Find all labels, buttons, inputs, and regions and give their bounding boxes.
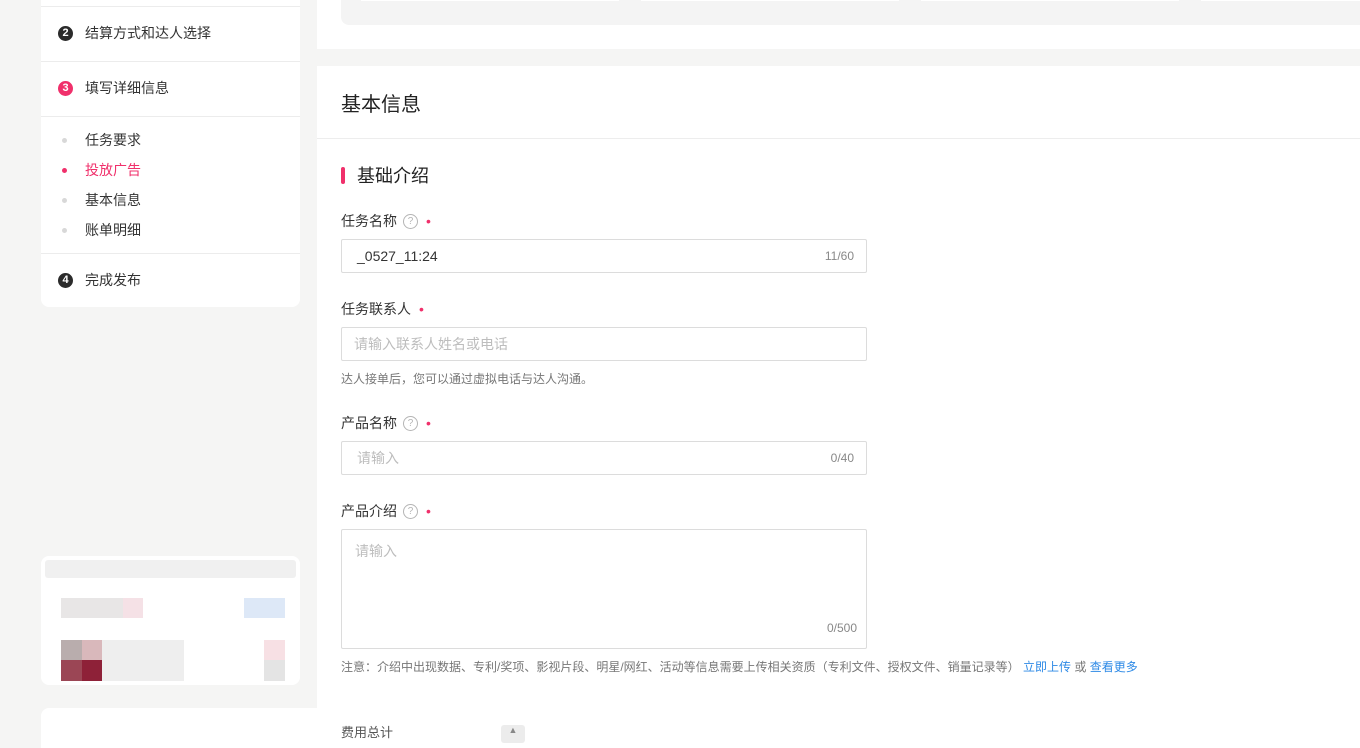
step-details[interactable]: 3 填写详细信息: [41, 61, 300, 115]
section-title-text: 基础介绍: [357, 166, 429, 186]
blur-block: [45, 560, 296, 578]
label-text: 任务联系人: [341, 301, 411, 317]
char-counter: 11/60: [824, 249, 854, 263]
sidebar-item-label: 投放广告: [85, 162, 141, 178]
or-text: 或: [1074, 660, 1087, 674]
fee-total-label: 费用总计: [341, 725, 394, 740]
label-text: 产品介绍: [341, 503, 397, 519]
page-title: 基本信息: [341, 94, 421, 116]
steps-sidebar: 2 结算方式和达人选择 3 填写详细信息 任务要求 投放广告 基本信息 账单明细…: [41, 0, 300, 307]
chevron-up-icon[interactable]: ▲: [501, 725, 525, 743]
bullet-dot: [62, 197, 67, 203]
divider: [317, 138, 1360, 139]
sidebar-item-task-requirements[interactable]: 任务要求: [41, 125, 300, 155]
contact-help-text: 达人接单后，您可以通过虚拟电话与达人沟通。: [341, 372, 594, 386]
divider: [41, 116, 300, 117]
char-counter: 0/40: [830, 451, 854, 465]
section-title: 基础介绍: [341, 162, 429, 188]
basic-info-panel: 基本信息 基础介绍 任务名称 ? • _0527_11:24 11/60 任务联…: [317, 66, 1360, 708]
label-text: 产品名称: [341, 415, 397, 431]
step-label: 结算方式和达人选择: [85, 25, 211, 41]
blur-block: [82, 660, 102, 681]
task-name-label: 任务名称 ? •: [341, 211, 431, 231]
blur-block: [123, 598, 143, 618]
top-cell: [921, 0, 1179, 1]
input-placeholder: 请输入: [357, 450, 399, 466]
view-more-link[interactable]: 查看更多: [1090, 660, 1138, 674]
product-intro-textarea[interactable]: 请输入 0/500: [341, 529, 867, 649]
required-mark: •: [419, 301, 424, 317]
qualification-note: 注意：介绍中出现数据、专利/奖项、影视片段、明星/网红、活动等信息需要上传相关资…: [341, 658, 1138, 675]
required-mark: •: [426, 213, 431, 229]
step-number: 4: [58, 272, 73, 288]
blur-block: [244, 598, 285, 618]
required-mark: •: [426, 503, 431, 519]
top-panel: [317, 0, 1360, 49]
question-circle-icon[interactable]: ?: [403, 503, 418, 519]
fee-summary-bar: [41, 708, 1360, 748]
blurred-promo-card[interactable]: [41, 556, 300, 685]
blur-block: [82, 640, 102, 660]
input-placeholder: 请输入联系人姓名或电话: [354, 336, 508, 352]
step-publish[interactable]: 4 完成发布: [41, 253, 300, 307]
blur-block: [102, 640, 184, 681]
step-label: 填写详细信息: [85, 80, 169, 96]
bullet-dot: [62, 227, 67, 233]
upload-link[interactable]: 立即上传: [1023, 660, 1071, 674]
top-cell: [361, 0, 619, 1]
step-number: 2: [58, 25, 73, 41]
note-text: 注意：介绍中出现数据、专利/奖项、影视片段、明星/网红、活动等信息需要上传相关资…: [341, 660, 1020, 674]
bullet-dot: [62, 137, 67, 143]
required-mark: •: [426, 415, 431, 431]
label-text: 任务名称: [341, 213, 397, 229]
product-intro-label: 产品介绍 ? •: [341, 501, 431, 521]
top-panel-inner: [341, 0, 1360, 25]
sidebar-item-label: 账单明细: [85, 222, 141, 238]
top-cell: [1201, 0, 1360, 1]
step-label: 完成发布: [85, 272, 141, 288]
contact-label: 任务联系人 •: [341, 299, 424, 319]
top-cell: [641, 0, 899, 1]
blur-block: [61, 640, 82, 660]
blur-block: [264, 660, 285, 681]
question-circle-icon[interactable]: ?: [403, 415, 418, 431]
bullet-dot: [62, 167, 67, 173]
sidebar-item-basic-info[interactable]: 基本信息: [41, 185, 300, 215]
product-name-label: 产品名称 ? •: [341, 413, 431, 433]
sidebar-item-label: 基本信息: [85, 192, 141, 208]
textarea-placeholder: 请输入: [355, 543, 397, 559]
step-number: 3: [58, 80, 73, 96]
task-name-input[interactable]: _0527_11:24 11/60: [341, 239, 867, 273]
input-value: _0527_11:24: [357, 248, 438, 264]
section-accent-bar: [341, 166, 345, 184]
sidebar-item-label: 任务要求: [85, 132, 141, 148]
step-settlement[interactable]: 2 结算方式和达人选择: [41, 6, 300, 60]
blur-block: [61, 660, 82, 681]
char-counter: 0/500: [826, 621, 857, 635]
product-name-input[interactable]: 请输入 0/40: [341, 441, 867, 475]
blur-block: [264, 640, 285, 660]
question-circle-icon[interactable]: ?: [403, 213, 418, 229]
sidebar-item-ad-placement[interactable]: 投放广告: [41, 155, 300, 185]
sidebar-item-billing[interactable]: 账单明细: [41, 215, 300, 245]
contact-input[interactable]: 请输入联系人姓名或电话: [341, 327, 867, 361]
